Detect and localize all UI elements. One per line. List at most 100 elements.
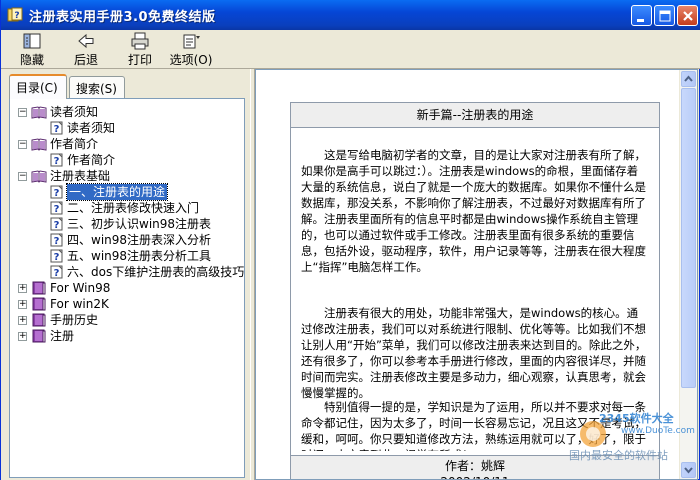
print-label: 打印 (127, 53, 152, 67)
print-button[interactable]: 打印 (123, 32, 157, 67)
tree-item-label: 注册表基础 (50, 169, 111, 183)
options-button[interactable]: 选项(O) (167, 32, 215, 67)
expand-toggle-icon[interactable]: + (18, 284, 27, 293)
tree-folder-item[interactable]: + For win2K (10, 296, 242, 312)
tree-item-label: 五、win98注册表分析工具 (67, 249, 212, 263)
tab-search-label: 搜索(S) (76, 82, 117, 96)
watermark-url: www.DuoTe.com (621, 426, 695, 436)
tree-item-label: 手册历史 (50, 313, 99, 327)
watermark-caption: 国内最安全的软件站 (569, 449, 668, 462)
watermark-brand: 2345软件大全 (599, 412, 674, 425)
contents-tree[interactable]: − 读者须知? 读者须知 − 作者简介? 作者简介 − 注册表基础? 一、注册表的用途? 二、注册… (9, 98, 245, 478)
book-open-icon (31, 170, 47, 183)
help-topic-icon: ? (50, 265, 63, 279)
svg-text:?: ? (54, 268, 60, 279)
help-topic-icon: ? (50, 201, 63, 215)
book-closed-icon (32, 329, 46, 343)
tree-folder-item[interactable]: + 手册历史 (10, 312, 242, 328)
navigation-pane: 目录(C) 搜索(S) − 读者须知? 读者须知 − 作者简介? 作者简介 − 注册表基础? 一… (1, 69, 251, 480)
tree-item-label: 二、注册表修改快速入门 (67, 201, 200, 215)
back-arrow-icon (78, 33, 94, 49)
svg-text:?: ? (54, 156, 60, 167)
book-closed-icon (32, 281, 46, 295)
topic-heading: 新手篇--注册表的用途 (291, 103, 659, 128)
tree-topic-item[interactable]: ? 作者简介 (10, 152, 242, 168)
scroll-up-button[interactable] (681, 71, 696, 87)
tree-topic-item[interactable]: ? 六、dos下维护注册表的高级技巧 (10, 264, 245, 280)
expand-toggle-icon[interactable]: + (18, 332, 27, 341)
svg-text:?: ? (54, 236, 60, 247)
tree-folder-item[interactable]: − 读者须知 (10, 104, 242, 120)
expand-toggle-icon[interactable]: + (18, 300, 27, 309)
paragraph-2: 注册表有很大的用处，功能非常强大，是windows的核心。通过修改注册表，我们可… (301, 306, 647, 400)
expand-toggle-icon[interactable]: + (18, 316, 27, 325)
paragraph-1: 这是写给电脑初学者的文章，目的是让大家对注册表有所了解，如果你是高手可以跳过：）… (301, 148, 646, 274)
book-open-icon (31, 106, 47, 119)
svg-text:?: ? (54, 188, 60, 199)
window-title: 注册表实用手册3.0免费终结版 (29, 10, 216, 25)
tree-topic-item[interactable]: ? 读者须知 (10, 120, 242, 136)
help-app-icon: ? (7, 7, 23, 22)
svg-text:?: ? (14, 11, 19, 21)
book-open-icon (31, 138, 47, 151)
help-topic-icon: ? (50, 233, 63, 247)
hide-label: 隐藏 (19, 53, 44, 67)
options-icon (183, 34, 200, 49)
hide-button[interactable]: 隐藏 (15, 32, 49, 67)
maximize-icon (659, 10, 671, 22)
tree-topic-item[interactable]: ? 一、注册表的用途 (10, 183, 242, 201)
tab-contents[interactable]: 目录(C) (9, 74, 67, 99)
tree-item-label: 注册 (50, 329, 75, 343)
tree-item-label: 四、win98注册表深入分析 (67, 233, 212, 247)
collapse-toggle-icon[interactable]: − (18, 108, 27, 117)
help-topic-icon: ? (50, 121, 63, 135)
tree-folder-item[interactable]: + For Win98 (10, 280, 242, 296)
help-topic-icon: ? (50, 185, 63, 199)
tree-item-label: 作者简介 (50, 137, 99, 151)
printer-icon (131, 32, 149, 50)
close-icon (683, 11, 693, 21)
tree-topic-item[interactable]: ? 二、注册表修改快速入门 (10, 200, 242, 216)
tree-item-label: For win2K (50, 297, 109, 311)
collapse-toggle-icon[interactable]: − (18, 140, 27, 149)
footer-date: 2002/10/11 (291, 472, 659, 479)
tree-topic-item[interactable]: ? 五、win98注册表分析工具 (10, 248, 242, 264)
tree-item-label: For Win98 (50, 281, 111, 295)
tree-item-label: 一、注册表的用途 (65, 183, 169, 201)
tree-folder-item[interactable]: − 注册表基础 (10, 168, 242, 184)
svg-text:?: ? (54, 252, 60, 263)
title-bar[interactable]: ? 注册表实用手册3.0免费终结版 (1, 0, 700, 30)
help-topic-icon: ? (50, 153, 63, 167)
maximize-button[interactable] (654, 5, 675, 26)
help-topic-icon: ? (50, 217, 63, 231)
back-button[interactable]: 后退 (69, 32, 103, 67)
svg-text:?: ? (54, 204, 60, 215)
tree-topic-item[interactable]: ? 四、win98注册表深入分析 (10, 232, 242, 248)
options-label: 选项(O) (169, 53, 213, 67)
svg-text:?: ? (54, 124, 60, 135)
tree-topic-item[interactable]: ? 三、初步认识win98注册表 (10, 216, 242, 232)
scroll-thumb[interactable] (681, 88, 696, 388)
back-label: 后退 (73, 53, 98, 67)
book-closed-icon (32, 313, 46, 327)
close-button[interactable] (677, 5, 698, 26)
tree-item-label: 三、初步认识win98注册表 (67, 217, 212, 231)
book-closed-icon (32, 297, 46, 311)
tab-contents-label: 目录(C) (16, 81, 58, 95)
tree-folder-item[interactable]: + 注册 (10, 328, 242, 344)
scroll-up-icon (684, 75, 693, 82)
tree-item-label: 读者须知 (67, 121, 116, 135)
hide-icon (23, 33, 41, 49)
collapse-toggle-icon[interactable]: − (18, 172, 27, 181)
minimize-icon (637, 19, 644, 22)
minimize-button[interactable] (631, 5, 652, 26)
tree-item-label: 读者须知 (50, 105, 99, 119)
tree-item-label: 作者简介 (67, 153, 116, 167)
toolbar: 隐藏 后退 打印 选项(O) (1, 30, 700, 69)
help-topic-icon: ? (50, 249, 63, 263)
tree-item-label: 六、dos下维护注册表的高级技巧 (67, 265, 245, 279)
help-window: ? 注册表实用手册3.0免费终结版 隐藏 后退 打印 选项(O) 目录(C) 搜… (0, 0, 700, 480)
svg-text:?: ? (54, 220, 60, 231)
tab-search[interactable]: 搜索(S) (69, 76, 125, 98)
tree-folder-item[interactable]: − 作者简介 (10, 136, 242, 152)
